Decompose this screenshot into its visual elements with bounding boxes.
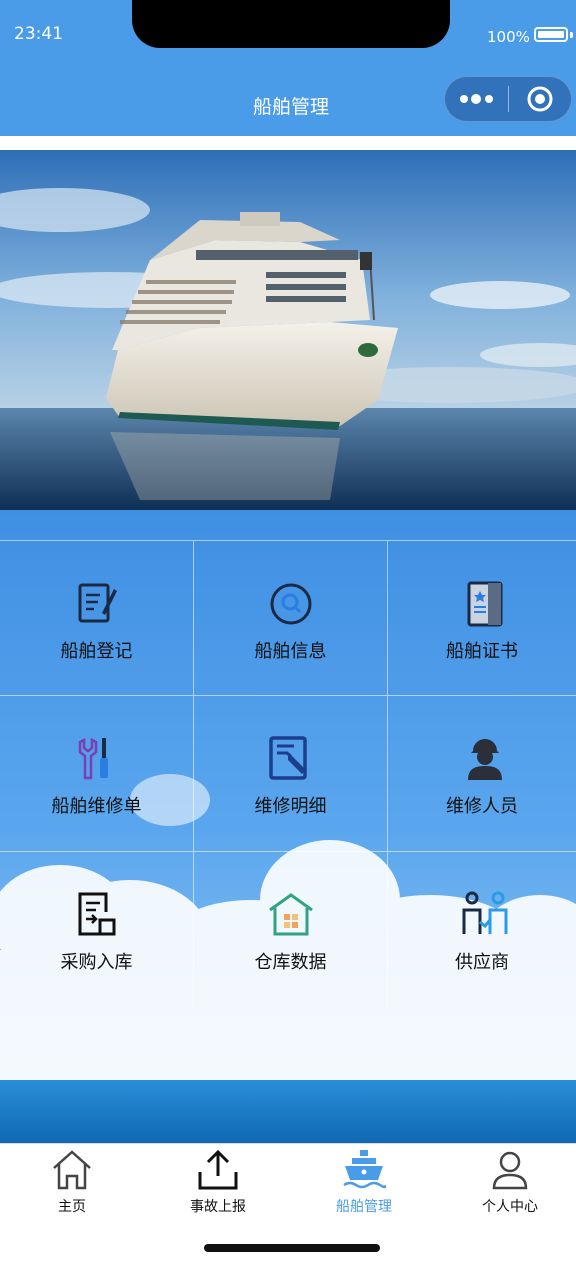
grid-item-repair-staff[interactable]: 维修人员 [388, 696, 576, 852]
grid-item-label: 维修人员 [446, 796, 518, 817]
tab-label: 主页 [58, 1199, 86, 1215]
tab-home[interactable]: 主页 [0, 1148, 144, 1218]
grid-item-purchase-storage[interactable]: 采购入库 [0, 852, 194, 1008]
close-miniprogram-icon[interactable] [526, 85, 554, 113]
function-grid: 船舶登记 船舶信息 船舶证书 船舶维修单 维修明细 维修人员 采购入库 仓库数据… [0, 540, 576, 1008]
tab-label: 事故上报 [190, 1199, 246, 1215]
grid-item-ship-certificate[interactable]: 船舶证书 [388, 540, 576, 696]
grid-item-ship-register[interactable]: 船舶登记 [0, 540, 194, 696]
tools-icon [78, 737, 108, 780]
cruise-ship-image [0, 150, 576, 510]
search-icon [270, 583, 312, 625]
certificate-icon [467, 581, 503, 627]
status-time: 23:41 [14, 24, 63, 44]
tab-label: 个人中心 [482, 1199, 538, 1215]
grid-item-label: 供应商 [455, 952, 509, 973]
tab-label: 船舶管理 [336, 1199, 392, 1215]
device-notch [132, 0, 450, 48]
grid-item-repair-detail[interactable]: 维修明细 [194, 696, 388, 852]
grid-item-label: 船舶信息 [254, 641, 327, 662]
home-icon [53, 1150, 91, 1190]
grid-item-warehouse-data[interactable]: 仓库数据 [194, 852, 388, 1008]
edit-document-icon [78, 583, 117, 623]
grid-item-repair-order[interactable]: 船舶维修单 [0, 696, 194, 852]
grid-item-label: 维修明细 [254, 796, 327, 817]
home-indicator [204, 1244, 380, 1252]
grid-item-supplier[interactable]: 供应商 [388, 852, 576, 1008]
purchase-storage-icon [78, 892, 116, 936]
ship-icon [343, 1150, 386, 1189]
battery-icon [534, 27, 568, 42]
more-icon[interactable] [456, 80, 508, 118]
tab-accident-report[interactable]: 事故上报 [146, 1148, 290, 1218]
supplier-icon [462, 891, 508, 934]
grid-item-label: 仓库数据 [254, 952, 327, 973]
banner-carousel[interactable] [0, 150, 576, 510]
capsule-divider [508, 86, 509, 112]
worker-icon [468, 739, 502, 780]
user-icon [492, 1151, 528, 1190]
grid-item-label: 船舶维修单 [51, 796, 142, 817]
grid-item-label: 船舶证书 [446, 641, 518, 662]
header-divider [0, 136, 576, 150]
warehouse-icon [269, 893, 313, 936]
battery-tip [570, 32, 573, 38]
grid-item-label: 采购入库 [60, 952, 133, 973]
tab-ship-management[interactable]: 船舶管理 [292, 1148, 436, 1218]
grid-item-ship-info[interactable]: 船舶信息 [194, 540, 388, 696]
grid-item-label: 船舶登记 [60, 641, 133, 662]
tab-profile[interactable]: 个人中心 [438, 1148, 576, 1218]
repair-list-icon [269, 736, 307, 780]
upload-icon [198, 1149, 238, 1190]
battery-percent: 100% [487, 28, 530, 46]
